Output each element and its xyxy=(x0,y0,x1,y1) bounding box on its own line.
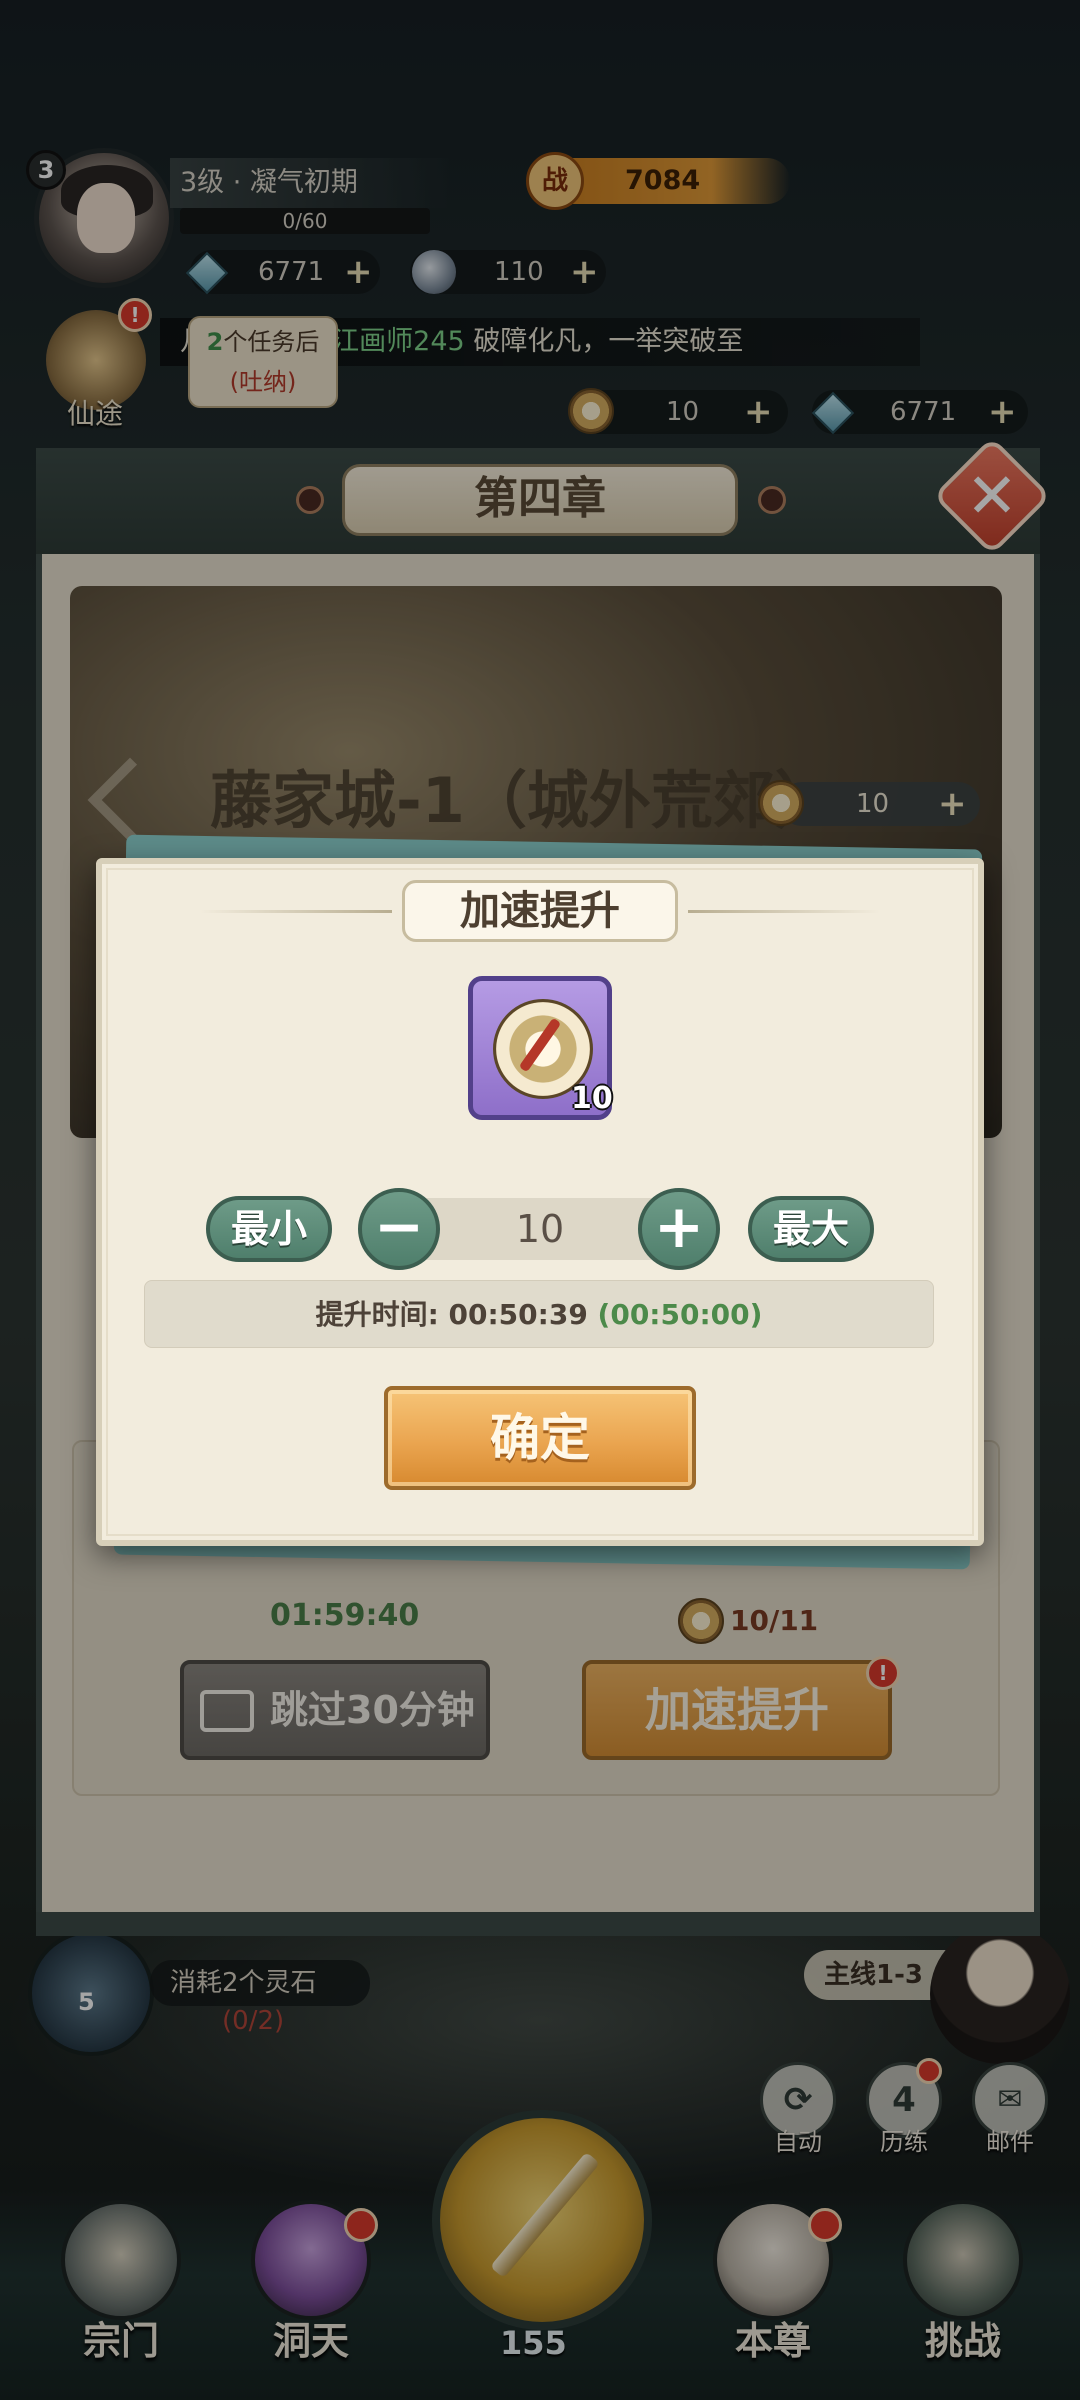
decrease-button[interactable]: − xyxy=(358,1188,440,1270)
boost-time-reduced: (00:50:00) xyxy=(597,1298,763,1331)
max-button[interactable]: 最大 xyxy=(748,1196,874,1262)
confirm-button[interactable]: 确定 xyxy=(384,1386,696,1490)
min-button[interactable]: 最小 xyxy=(206,1196,332,1262)
title-divider-right xyxy=(688,910,880,913)
item-count: 10 xyxy=(571,1081,613,1116)
boost-time-label: 提升时间: 00:50:39 xyxy=(315,1298,598,1331)
boost-time-info: 提升时间: 00:50:39 (00:50:00) xyxy=(144,1280,934,1348)
title-divider-left xyxy=(200,910,392,913)
compass-item: 10 xyxy=(468,976,613,1120)
increase-button[interactable]: + xyxy=(638,1188,720,1270)
dialog-title: 加速提升 xyxy=(402,880,678,942)
quantity-field[interactable]: 10 xyxy=(402,1198,678,1260)
